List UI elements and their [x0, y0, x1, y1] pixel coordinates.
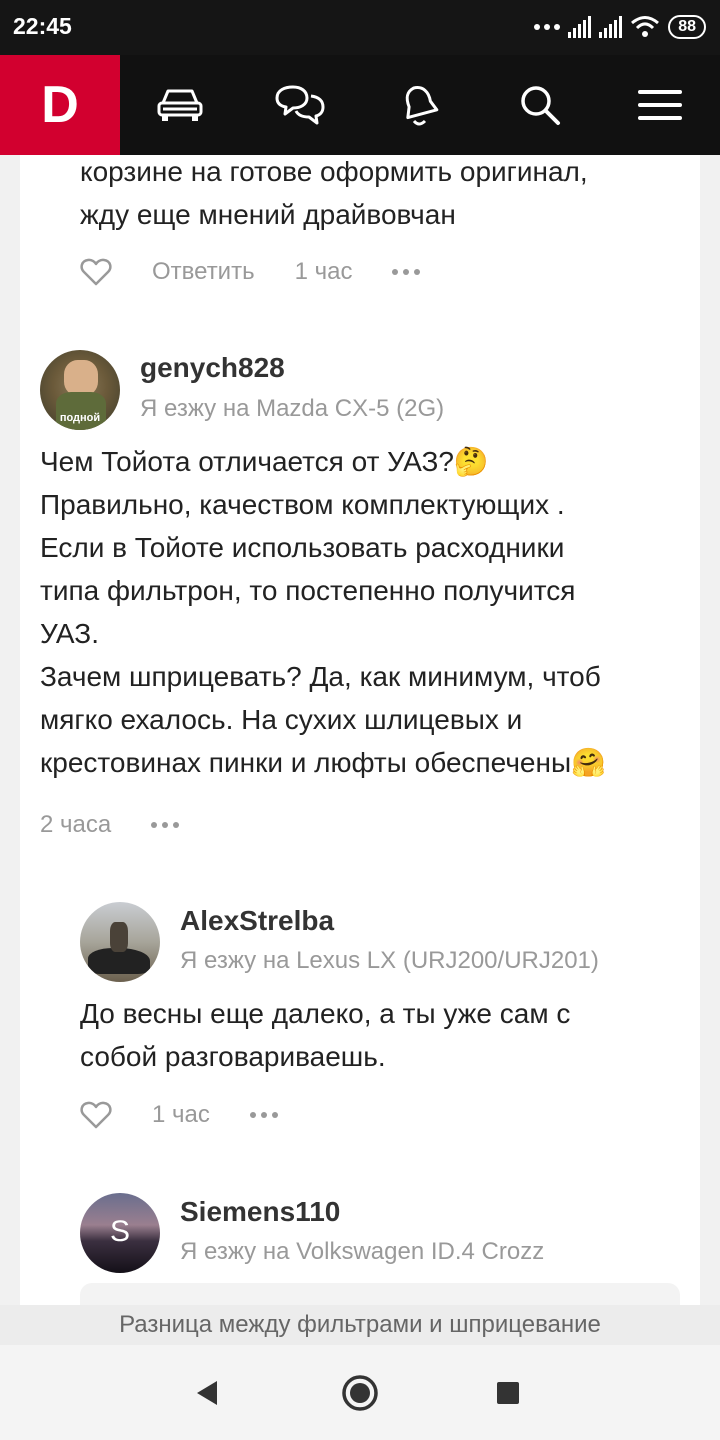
- app-navbar: D: [0, 55, 720, 155]
- nav-search[interactable]: [480, 55, 600, 155]
- comment-line: Чем Тойота отличается от УАЗ?🤔: [40, 446, 489, 477]
- comment-line: типа фильтрон, то постепенно получится: [40, 575, 576, 606]
- hamburger-menu-icon: [638, 90, 682, 120]
- comment-line: крестовинах пинки и люфты обеспечены🤗: [40, 747, 606, 778]
- signal-icon-2: [599, 16, 623, 38]
- user-car[interactable]: Я езжу на Mazda CX-5 (2G): [140, 395, 444, 423]
- comment-time: 1 час: [294, 258, 353, 285]
- more-options-icon[interactable]: [392, 269, 421, 275]
- username[interactable]: genych828: [140, 352, 285, 384]
- comment-line: Зачем шприцевать? Да, как минимум, чтоб: [40, 661, 601, 692]
- username[interactable]: AlexStrelba: [180, 905, 334, 937]
- comment-line: корзине на готове оформить оригинал,: [80, 156, 588, 187]
- more-options-icon[interactable]: [249, 1112, 278, 1118]
- comment-text: Чем Тойота отличается от УАЗ?🤔 Правильно…: [40, 440, 606, 784]
- nav-cars[interactable]: [120, 55, 240, 155]
- nav-menu[interactable]: [600, 55, 720, 155]
- bell-icon: [405, 86, 439, 126]
- recents-button[interactable]: [463, 1345, 553, 1440]
- comment-line: Если в Тойоте использовать расходники: [40, 532, 565, 563]
- search-icon: [521, 86, 560, 125]
- comments-section: корзине на готове оформить оригинал, жду…: [20, 155, 700, 1305]
- nav-notifications[interactable]: [360, 55, 480, 155]
- system-navigation-bar: [0, 1345, 720, 1440]
- user-car[interactable]: Я езжу на Lexus LX (URJ200/URJ201): [180, 947, 599, 975]
- back-button[interactable]: [163, 1345, 253, 1440]
- car-icon: [157, 89, 203, 121]
- comment-line: Правильно, качеством комплектующих .: [40, 489, 565, 520]
- back-triangle-icon: [197, 1380, 217, 1405]
- recents-square-icon: [497, 1381, 519, 1404]
- wifi-icon: [631, 16, 660, 37]
- nav-messages[interactable]: [240, 55, 360, 155]
- user-avatar[interactable]: подной: [40, 350, 120, 430]
- user-avatar[interactable]: [80, 902, 160, 982]
- more-options-icon[interactable]: [151, 822, 180, 828]
- user-avatar[interactable]: S: [80, 1193, 160, 1273]
- reply-button[interactable]: Ответить: [152, 258, 255, 286]
- avatar-caption: подной: [59, 412, 101, 424]
- user-car[interactable]: Я езжу на Volkswagen ID.4 Crozz: [180, 1238, 544, 1266]
- comment-line: До весны еще далеко, а ты уже сам с: [80, 998, 571, 1029]
- home-circle-icon: [342, 1374, 378, 1411]
- comment-text: корзине на готове оформить оригинал, жду…: [80, 155, 588, 236]
- drive2-logo[interactable]: D: [0, 55, 120, 155]
- clock: 22:45: [13, 13, 72, 39]
- comment-text: До весны еще далеко, а ты уже сам с собо…: [80, 992, 570, 1078]
- like-heart-icon[interactable]: [80, 1101, 112, 1129]
- username[interactable]: Siemens110: [180, 1196, 340, 1228]
- signal-icon: [568, 16, 592, 38]
- home-button[interactable]: [315, 1345, 405, 1440]
- chat-icon: [275, 85, 325, 125]
- quoted-reply-box: [80, 1283, 680, 1305]
- comment-actions: Ответить 1 час: [80, 255, 421, 289]
- like-heart-icon[interactable]: [80, 258, 112, 286]
- avatar-letter: S: [109, 1215, 130, 1248]
- comment-time: 1 час: [152, 1101, 210, 1128]
- comment-line: мягко ехалось. На сухих шлицевых и: [40, 704, 523, 735]
- status-bar: 22:45 88: [0, 0, 720, 55]
- comment-line: жду еще мнений драйвовчан: [80, 199, 456, 230]
- battery-indicator: 88: [668, 15, 706, 39]
- comment-actions: 2 часа: [40, 808, 180, 842]
- comment-line: собой разговариваешь.: [80, 1041, 386, 1072]
- page-title: Разница между фильтрами и шприцевание: [0, 1305, 720, 1345]
- comment-line: УАЗ.: [40, 618, 99, 649]
- notification-dots-icon: [534, 24, 561, 30]
- comment-time: 2 часа: [40, 811, 112, 838]
- status-icons: 88: [534, 12, 706, 42]
- comment-actions: 1 час: [80, 1098, 278, 1132]
